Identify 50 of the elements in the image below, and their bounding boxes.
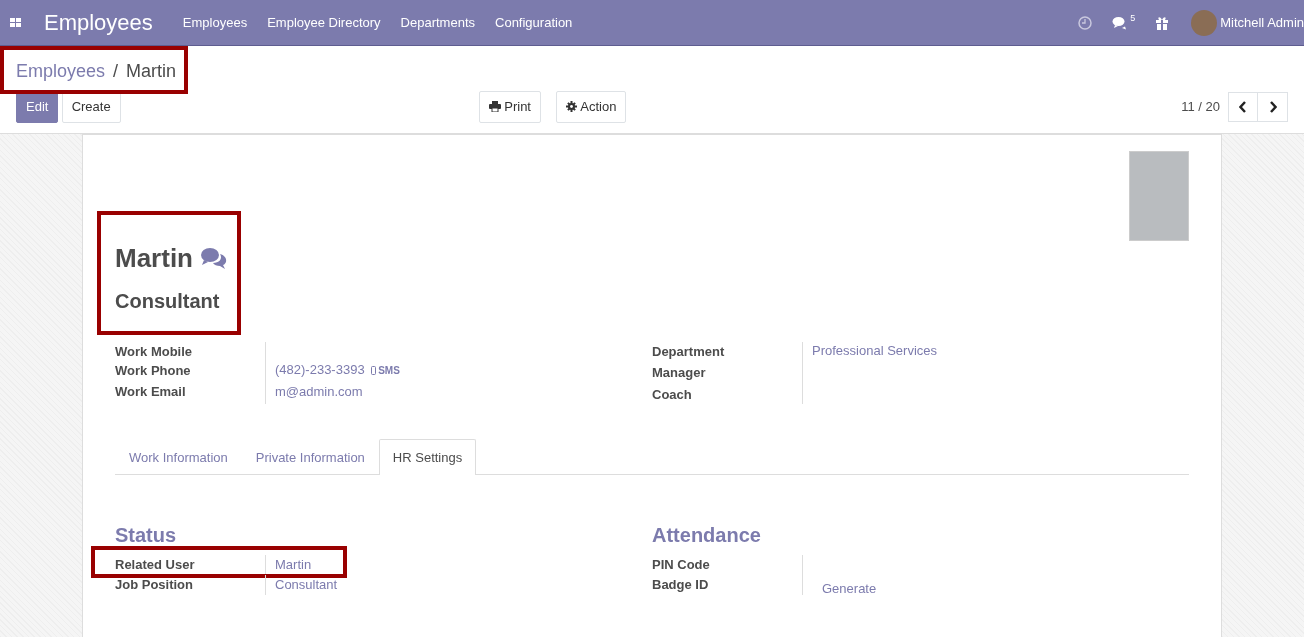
field-label: Coach — [652, 385, 693, 404]
employee-name: Martin — [115, 241, 193, 275]
generate-link[interactable]: Generate — [822, 579, 877, 599]
section-title: Attendance — [652, 523, 762, 548]
field-label: PIN Code — [652, 556, 711, 574]
field-label: Work Mobile — [115, 342, 194, 361]
clock-icon — [1078, 15, 1093, 30]
section-title: Status — [115, 523, 178, 548]
action-button[interactable]: Action — [556, 91, 627, 123]
menu-item[interactable]: Employees — [182, 12, 248, 33]
chevron-left-icon — [1239, 100, 1247, 113]
field-label: Job Position — [115, 576, 194, 594]
menu-item[interactable]: Departments — [400, 12, 475, 33]
phone-icon — [371, 365, 377, 375]
field-value[interactable]: Consultant — [275, 575, 338, 595]
pager-value: 11 / 20 — [1181, 98, 1220, 116]
tab[interactable]: Work Information — [115, 438, 242, 475]
field-label: Manager — [652, 363, 707, 382]
breadcrumb-link[interactable]: Employees — [16, 58, 106, 85]
field-value[interactable]: m@admin.com — [275, 381, 363, 402]
breadcrumb-current: Martin — [126, 60, 177, 83]
gift-icon — [1155, 15, 1170, 30]
field-label: Work Email — [115, 382, 187, 401]
printer-icon — [489, 101, 501, 113]
sms-link[interactable]: SMS — [371, 362, 400, 378]
chevron-right-icon — [1268, 100, 1277, 113]
gear-icon — [566, 101, 577, 113]
menu-item[interactable]: Employee Directory — [267, 12, 381, 33]
chat-icon — [1112, 15, 1129, 30]
field-value[interactable]: Professional Services — [812, 341, 937, 361]
tab[interactable]: Private Information — [241, 438, 379, 475]
field-label: Related User — [115, 556, 196, 574]
field-label: Work Phone — [115, 361, 192, 380]
menu-item[interactable]: Configuration — [495, 12, 573, 33]
tab[interactable]: HR Settings — [378, 438, 477, 475]
app-title: Employees — [44, 9, 153, 37]
previous-button[interactable] — [1228, 91, 1258, 122]
avatar — [1191, 9, 1218, 36]
print-button[interactable]: Print — [479, 91, 541, 123]
user-name[interactable]: Mitchell Admin — [1220, 12, 1304, 33]
next-button[interactable] — [1258, 91, 1288, 122]
message-count: 5 — [1130, 11, 1136, 25]
field-value[interactable]: Martin — [275, 555, 312, 575]
field-label: Department — [652, 342, 726, 361]
job-title: Consultant — [115, 288, 221, 314]
chat-bubbles-icon — [199, 247, 227, 269]
field-label: Badge ID — [652, 576, 710, 594]
breadcrumb-separator: / — [113, 60, 119, 83]
apps-menu-icon[interactable] — [10, 17, 22, 28]
field-value[interactable]: (482)-233-3393 — [275, 360, 365, 380]
